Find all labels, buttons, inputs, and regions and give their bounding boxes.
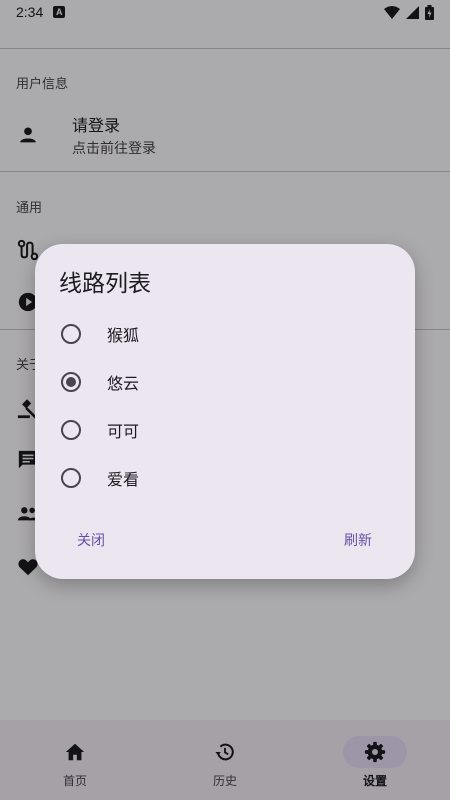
dialog-title: 线路列表 bbox=[59, 271, 151, 297]
refresh-button[interactable]: 刷新 bbox=[344, 530, 372, 550]
route-option[interactable]: 可可 bbox=[35, 406, 415, 454]
radio-unchecked[interactable] bbox=[61, 420, 81, 440]
route-list-dialog: 线路列表 猴狐 悠云 可可 爱看 关闭 刷新 bbox=[35, 244, 415, 579]
radio-checked[interactable] bbox=[61, 372, 81, 392]
route-option-label: 爱看 bbox=[107, 470, 140, 489]
route-option-label: 悠云 bbox=[107, 374, 140, 393]
route-option[interactable]: 猴狐 bbox=[35, 310, 415, 358]
close-button[interactable]: 关闭 bbox=[77, 530, 105, 550]
route-option-label: 可可 bbox=[107, 422, 140, 441]
radio-unchecked[interactable] bbox=[61, 468, 81, 488]
route-option-label: 猴狐 bbox=[107, 326, 140, 345]
radio-unchecked[interactable] bbox=[61, 324, 81, 344]
route-option[interactable]: 爱看 bbox=[35, 454, 415, 502]
route-option[interactable]: 悠云 bbox=[35, 358, 415, 406]
radio-dot bbox=[66, 377, 76, 387]
